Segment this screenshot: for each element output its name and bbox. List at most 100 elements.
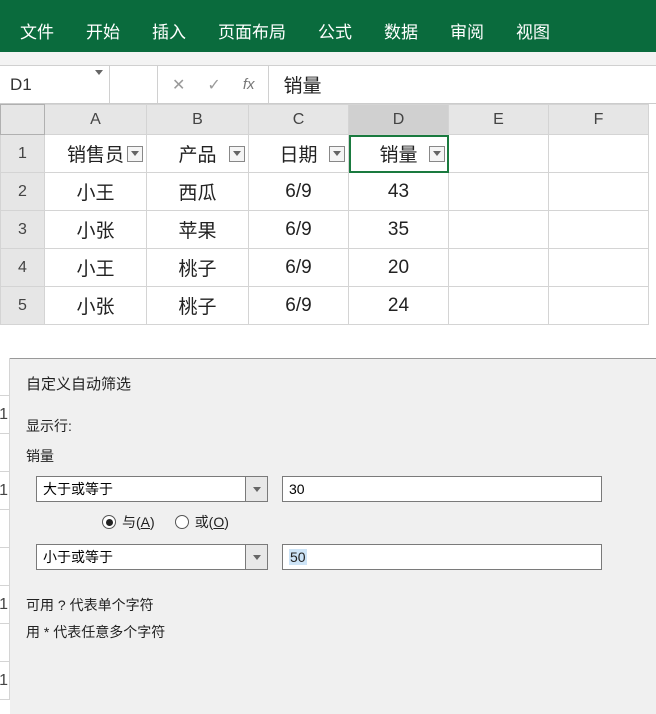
condition-1-value[interactable] — [282, 476, 602, 502]
col-header-E[interactable]: E — [449, 105, 549, 135]
cell-C4[interactable]: 6/9 — [249, 249, 349, 287]
radio-icon — [175, 515, 189, 529]
cell-A5[interactable]: 小张 — [45, 287, 147, 325]
peek-row — [0, 548, 10, 586]
name-box-dropdown-icon[interactable] — [95, 75, 103, 95]
ribbon-tab-data[interactable]: 数据 — [370, 8, 432, 53]
row-header-4[interactable]: 4 — [1, 249, 45, 287]
row-header-1[interactable]: 1 — [1, 135, 45, 173]
row-header-5[interactable]: 5 — [1, 287, 45, 325]
cell-B3[interactable]: 苹果 — [147, 211, 249, 249]
hint-text: 可用 ? 代表单个字符 用 * 代表任意多个字符 — [26, 592, 642, 645]
cell-C3[interactable]: 6/9 — [249, 211, 349, 249]
formula-bar-spacer — [110, 66, 158, 103]
cell-E4[interactable] — [449, 249, 549, 287]
chevron-down-icon — [253, 555, 261, 560]
radio-and-label: 与(A) — [122, 512, 155, 532]
filter-field-label: 销量 — [26, 446, 642, 466]
ribbon-tabs: 文件 开始 插入 页面布局 公式 数据 审阅 视图 — [0, 8, 656, 52]
condition-1-row — [36, 476, 642, 502]
condition-2-operator-input[interactable] — [36, 544, 246, 570]
chevron-down-icon — [253, 487, 261, 492]
enter-icon[interactable]: ✓ — [207, 75, 220, 95]
ribbon-tab-review[interactable]: 审阅 — [436, 8, 498, 53]
condition-1-operator[interactable] — [36, 476, 268, 502]
col-header-A[interactable]: A — [45, 105, 147, 135]
ribbon-tab-home[interactable]: 开始 — [72, 8, 134, 53]
cell-C2[interactable]: 6/9 — [249, 173, 349, 211]
select-all-corner[interactable] — [1, 105, 45, 135]
ribbon-tab-pagelayout[interactable]: 页面布局 — [204, 8, 300, 53]
cell-A4[interactable]: 小王 — [45, 249, 147, 287]
hint-line-2: 用 * 代表任意多个字符 — [26, 619, 642, 646]
radio-or-label: 或(O) — [195, 512, 229, 532]
formula-input[interactable]: 销量 — [269, 66, 656, 103]
condition-1-operator-dropdown[interactable] — [246, 476, 268, 502]
peek-row — [0, 510, 10, 548]
spreadsheet-grid[interactable]: A B C D E F 1 销售员 产品 日期 销量 2 小王 西瓜 6/9 4… — [0, 104, 649, 325]
ribbon-tab-file[interactable]: 文件 — [6, 8, 68, 53]
cancel-icon[interactable]: ✕ — [172, 75, 185, 95]
cell-F4[interactable] — [549, 249, 649, 287]
radio-or[interactable]: 或(O) — [175, 512, 229, 532]
cell-B5[interactable]: 桃子 — [147, 287, 249, 325]
cell-C1[interactable]: 日期 — [249, 135, 349, 173]
formula-bar: D1 ✕ ✓ fx 销量 — [0, 66, 656, 104]
peek-row — [0, 624, 10, 662]
condition-1-operator-input[interactable] — [36, 476, 246, 502]
cell-E1[interactable] — [449, 135, 549, 173]
hint-line-1: 可用 ? 代表单个字符 — [26, 592, 642, 619]
radio-and[interactable]: 与(A) — [102, 512, 155, 532]
cell-B2[interactable]: 西瓜 — [147, 173, 249, 211]
custom-autofilter-dialog: 自定义自动筛选 显示行: 销量 与(A) 或(O) 50 可用 ? 代表单个字符… — [10, 358, 656, 714]
name-box[interactable]: D1 — [0, 66, 110, 103]
row-header-2[interactable]: 2 — [1, 173, 45, 211]
col-header-C[interactable]: C — [249, 105, 349, 135]
show-rows-label: 显示行: — [26, 416, 642, 436]
cell-F5[interactable] — [549, 287, 649, 325]
peek-row: 1 — [0, 396, 10, 434]
cell-D2[interactable]: 43 — [349, 173, 449, 211]
sheet-area: A B C D E F 1 销售员 产品 日期 销量 2 小王 西瓜 6/9 4… — [0, 104, 656, 325]
cell-F1[interactable] — [549, 135, 649, 173]
col-header-F[interactable]: F — [549, 105, 649, 135]
cell-E3[interactable] — [449, 211, 549, 249]
ribbon-spacer — [0, 52, 656, 66]
cell-D3[interactable]: 35 — [349, 211, 449, 249]
cell-F3[interactable] — [549, 211, 649, 249]
ribbon-tab-view[interactable]: 视图 — [502, 8, 564, 53]
col-header-D[interactable]: D — [349, 105, 449, 135]
cell-A3[interactable]: 小张 — [45, 211, 147, 249]
name-box-value: D1 — [10, 75, 32, 95]
condition-2-value[interactable]: 50 — [282, 544, 602, 570]
peek-row — [0, 358, 10, 396]
filter-button-C[interactable] — [329, 146, 345, 162]
cell-B4[interactable]: 桃子 — [147, 249, 249, 287]
filter-button-A[interactable] — [127, 146, 143, 162]
cell-E5[interactable] — [449, 287, 549, 325]
filter-button-B[interactable] — [229, 146, 245, 162]
cell-F2[interactable] — [549, 173, 649, 211]
peek-row: 1 — [0, 662, 10, 700]
condition-2-operator[interactable] — [36, 544, 268, 570]
cell-A1[interactable]: 销售员 — [45, 135, 147, 173]
cell-D1[interactable]: 销量 — [349, 135, 449, 173]
filter-button-D[interactable] — [429, 146, 445, 162]
cell-C5[interactable]: 6/9 — [249, 287, 349, 325]
col-header-B[interactable]: B — [147, 105, 249, 135]
formula-bar-buttons: ✕ ✓ fx — [158, 66, 269, 103]
cell-D5[interactable]: 24 — [349, 287, 449, 325]
ribbon-tab-insert[interactable]: 插入 — [138, 8, 200, 53]
peek-row — [0, 434, 10, 472]
cell-A2[interactable]: 小王 — [45, 173, 147, 211]
cell-E2[interactable] — [449, 173, 549, 211]
peek-row-headers: 1 1 1 1 — [0, 358, 10, 700]
dialog-title: 自定义自动筛选 — [26, 373, 642, 394]
fx-icon[interactable]: fx — [243, 76, 255, 93]
formula-bar-value: 销量 — [283, 71, 321, 98]
ribbon-tab-formulas[interactable]: 公式 — [304, 8, 366, 53]
cell-B1[interactable]: 产品 — [147, 135, 249, 173]
row-header-3[interactable]: 3 — [1, 211, 45, 249]
cell-D4[interactable]: 20 — [349, 249, 449, 287]
condition-2-operator-dropdown[interactable] — [246, 544, 268, 570]
